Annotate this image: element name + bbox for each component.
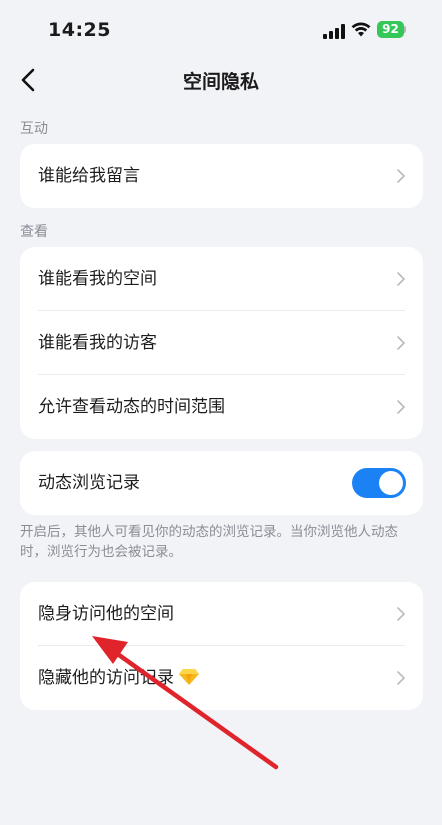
browse-record-note: 开启后，其他人可看见你的动态的浏览记录。当你浏览他人动态时，浏览行为也会被记录。	[20, 524, 398, 560]
row-label: 谁能给我留言	[38, 166, 140, 186]
row-label: 谁能看我的访客	[38, 333, 157, 353]
row-label: 允许查看动态的时间范围	[38, 397, 225, 417]
wifi-icon	[351, 22, 371, 37]
chevron-right-icon	[397, 607, 405, 621]
diamond-icon	[179, 669, 199, 685]
chevron-right-icon	[397, 671, 405, 685]
cellular-signal-icon	[323, 24, 347, 39]
row-who-can-view-space[interactable]: 谁能看我的空间	[20, 247, 423, 311]
page-title: 空间隐私	[182, 71, 259, 93]
nav-bar: 空间隐私	[0, 58, 442, 102]
chevron-right-icon	[397, 272, 405, 286]
chevron-right-icon	[397, 169, 405, 183]
status-bar: 14:25 92	[0, 0, 442, 60]
row-stealth-visit-space[interactable]: 隐身访问他的空间	[20, 582, 423, 646]
row-label: 谁能看我的空间	[38, 269, 157, 289]
card-interaction: 谁能给我留言	[20, 144, 423, 208]
row-who-can-leave-message[interactable]: 谁能给我留言	[20, 144, 423, 208]
chevron-right-icon	[397, 336, 405, 350]
toggle-knob	[379, 471, 403, 495]
card-browse-record: 动态浏览记录	[20, 451, 423, 515]
row-label: 隐身访问他的空间	[38, 604, 174, 624]
card-stealth: 隐身访问他的空间 隐藏他的访问记录	[20, 582, 423, 710]
row-post-visibility-time-range[interactable]: 允许查看动态的时间范围	[20, 375, 423, 439]
browse-record-toggle[interactable]	[352, 468, 406, 498]
row-who-can-view-visitors[interactable]: 谁能看我的访客	[20, 311, 423, 375]
section-label-view: 查看	[20, 224, 48, 240]
row-browse-record: 动态浏览记录	[20, 451, 423, 515]
card-view: 谁能看我的空间 谁能看我的访客 允许查看动态的时间范围	[20, 247, 423, 439]
row-label: 隐藏他的访问记录	[38, 668, 174, 688]
section-label-interaction: 互动	[20, 121, 48, 137]
status-time: 14:25	[48, 19, 111, 41]
row-label-with-icon: 隐藏他的访问记录	[38, 646, 200, 710]
chevron-right-icon	[397, 400, 405, 414]
battery-level: 92	[377, 21, 404, 38]
battery-icon: 92	[377, 21, 406, 38]
row-hide-visit-record[interactable]: 隐藏他的访问记录	[20, 646, 423, 710]
row-label: 动态浏览记录	[38, 473, 140, 493]
